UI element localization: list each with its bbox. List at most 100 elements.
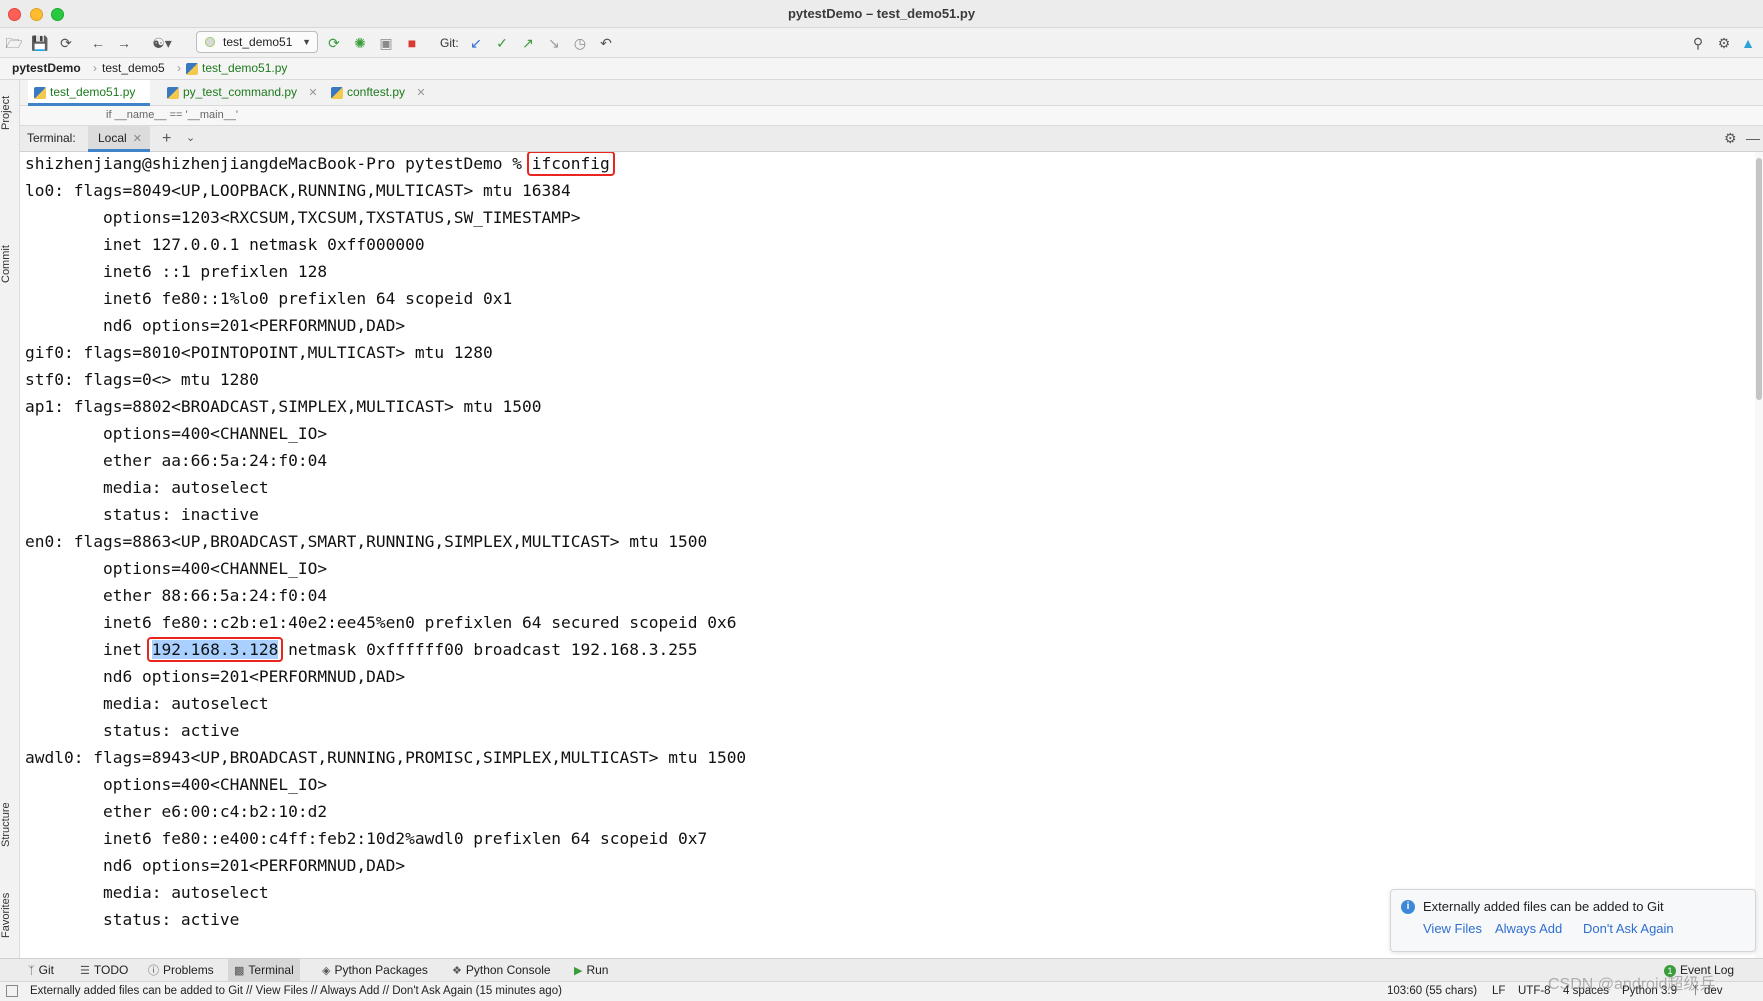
title-bar: pytestDemo – test_demo51.py (0, 0, 1763, 28)
breadcrumb-separator-icon: › (177, 61, 181, 75)
tab-conftest[interactable]: conftest.py ✕ (325, 80, 435, 106)
tab-label: Run (586, 963, 609, 977)
git-commit-icon[interactable]: ✓ (492, 33, 512, 53)
breadcrumb-file[interactable]: test_demo51.py (202, 58, 287, 79)
terminal-line: media: autoselect (25, 478, 269, 497)
git-push-icon[interactable]: ↗ (518, 33, 538, 53)
terminal-line: media: autoselect (25, 694, 269, 713)
tab-problems[interactable]: ⓘ Problems (142, 959, 220, 981)
tab-label: Python Console (465, 963, 551, 977)
new-terminal-icon[interactable]: + (162, 126, 171, 151)
terminal-line: nd6 options=201<PERFORMNUD,DAD> (25, 856, 406, 875)
tab-label: Terminal (248, 963, 294, 977)
window-title: pytestDemo – test_demo51.py (787, 6, 976, 21)
project-tool-tab[interactable]: Project (0, 88, 20, 138)
terminal-line: ether aa:66:5a:24:f0:04 (25, 451, 328, 470)
run-icon: ▶ (574, 965, 583, 977)
hide-panel-icon[interactable]: — (1746, 126, 1760, 151)
close-tab-icon[interactable]: ✕ (416, 87, 425, 99)
dont-ask-again-link[interactable]: Don't Ask Again (1583, 921, 1674, 936)
commit-tool-tab[interactable]: Commit (0, 234, 20, 294)
save-icon[interactable]: 💾 (30, 33, 50, 53)
terminal-line: nd6 options=201<PERFORMNUD,DAD> (25, 316, 406, 335)
tab-label: conftest.py (347, 85, 406, 99)
terminal-line: options=400<CHANNEL_IO> (25, 775, 328, 794)
python-file-icon (186, 63, 198, 75)
terminal-line: options=400<CHANNEL_IO> (25, 424, 328, 443)
tab-py-test-command[interactable]: py_test_command.py ✕ (161, 80, 321, 106)
structure-tool-tab[interactable]: Structure (0, 790, 20, 860)
coverage-icon[interactable]: ▣ (376, 33, 396, 53)
gear-icon[interactable]: ⚙ (1714, 33, 1734, 53)
git-label: Git: (440, 36, 459, 50)
terminal-line: inet 127.0.0.1 netmask 0xff000000 (25, 235, 425, 254)
tab-label: test_demo51.py (50, 85, 136, 99)
view-files-link[interactable]: View Files (1423, 921, 1482, 936)
close-tab-icon[interactable]: ✕ (308, 87, 317, 99)
scrollbar-thumb[interactable] (1756, 158, 1762, 400)
jetbrains-icon[interactable]: ▲ (1738, 33, 1758, 53)
forward-icon[interactable]: → (114, 33, 134, 53)
file-encoding[interactable]: UTF-8 (1518, 982, 1551, 1001)
tab-git[interactable]: ᛉ Git (22, 959, 60, 981)
terminal-icon: ▩ (234, 965, 245, 977)
terminal-line: status: inactive (25, 505, 259, 524)
git-update-icon[interactable]: ↙ (466, 33, 486, 53)
python-file-icon (331, 87, 343, 99)
terminal-tab-label: Local (98, 131, 127, 145)
cursor-position[interactable]: 103:60 (55 chars) (1387, 982, 1477, 1001)
debug-icon[interactable]: ✺ (350, 33, 370, 53)
tab-label: py_test_command.py (183, 85, 298, 99)
terminal-line: nd6 options=201<PERFORMNUD,DAD> (25, 667, 406, 686)
line-ending[interactable]: LF (1492, 982, 1505, 1001)
rollback-icon[interactable]: ↶ (596, 33, 616, 53)
rerun-icon[interactable]: ⟳ (324, 33, 344, 53)
gear-icon[interactable]: ⚙ (1724, 126, 1737, 151)
terminal-line: inet6 fe80::1%lo0 prefixlen 64 scopeid 0… (25, 289, 513, 308)
left-tool-strip: Project Commit Structure Favorites (0, 80, 20, 958)
tab-terminal-local[interactable]: Local ✕ (88, 126, 150, 152)
breadcrumb-separator-icon: › (93, 61, 97, 75)
breadcrumb: pytestDemo › test_demo5 › test_demo51.py (0, 58, 1763, 80)
terminal-scrollbar[interactable] (1755, 152, 1763, 958)
tab-terminal[interactable]: ▩ Terminal (228, 959, 300, 981)
python-file-icon (167, 87, 179, 99)
tab-run[interactable]: ▶ Run (568, 959, 614, 981)
sync-icon[interactable]: ⟳ (56, 33, 76, 53)
toggle-tool-windows-icon[interactable] (6, 985, 18, 997)
tab-python-packages[interactable]: ◈ Python Packages (316, 959, 434, 981)
terminal-line: inet6 fe80::e400:c4ff:feb2:10d2%awdl0 pr… (25, 829, 708, 848)
python-file-icon (34, 87, 46, 99)
git-fetch-icon[interactable]: ↘ (544, 33, 564, 53)
breadcrumb-project[interactable]: pytestDemo (12, 58, 81, 79)
stop-icon[interactable]: ■ (402, 33, 422, 53)
close-tab-icon[interactable]: ✕ (133, 133, 142, 145)
terminal-line: awdl0: flags=8943<UP,BROADCAST,RUNNING,P… (25, 748, 747, 767)
favorites-tool-tab[interactable]: Favorites (0, 880, 20, 950)
status-message[interactable]: Externally added files can be added to G… (30, 982, 562, 1001)
terminal-line: status: active (25, 721, 240, 740)
run-configuration-select[interactable]: test_demo51 ▼ (196, 31, 318, 53)
back-icon[interactable]: ← (88, 33, 108, 53)
open-folder-icon[interactable]: 🗁 (4, 33, 24, 53)
terminal-line: stf0: flags=0<> mtu 1280 (25, 370, 259, 389)
code-structure-hint: if __name__ == '__main__' (20, 106, 1763, 126)
status-bar: Externally added files can be added to G… (0, 981, 1763, 1001)
tab-python-console[interactable]: ❖ Python Console (446, 959, 557, 981)
terminal-inet-line: inet 192.168.3.128 netmask 0xffffff00 br… (25, 636, 697, 663)
search-icon[interactable]: ⚲ (1688, 33, 1708, 53)
terminal-line: media: autoselect (25, 883, 269, 902)
history-icon[interactable]: ◷ (570, 33, 590, 53)
terminal-output[interactable]: shizhenjiang@shizhenjiangdeMacBook-Pro p… (20, 152, 1755, 958)
tab-test-demo51[interactable]: test_demo51.py ✕ (28, 80, 150, 124)
breadcrumb-folder[interactable]: test_demo5 (102, 58, 165, 79)
tab-todo[interactable]: ☰ TODO (74, 959, 134, 981)
always-add-link[interactable]: Always Add (1495, 921, 1562, 936)
terminal-header: Terminal: Local ✕ + ⌄ ⚙ — (20, 126, 1763, 152)
git-notification: i Externally added files can be added to… (1390, 889, 1756, 952)
info-icon: i (1401, 900, 1415, 914)
terminal-prompt: shizhenjiang@shizhenjiangdeMacBook-Pro p… (25, 154, 532, 173)
chevron-down-icon[interactable]: ⌄ (186, 126, 195, 151)
user-icon[interactable]: ☯▾ (148, 33, 176, 53)
tab-label: Git (38, 963, 54, 977)
